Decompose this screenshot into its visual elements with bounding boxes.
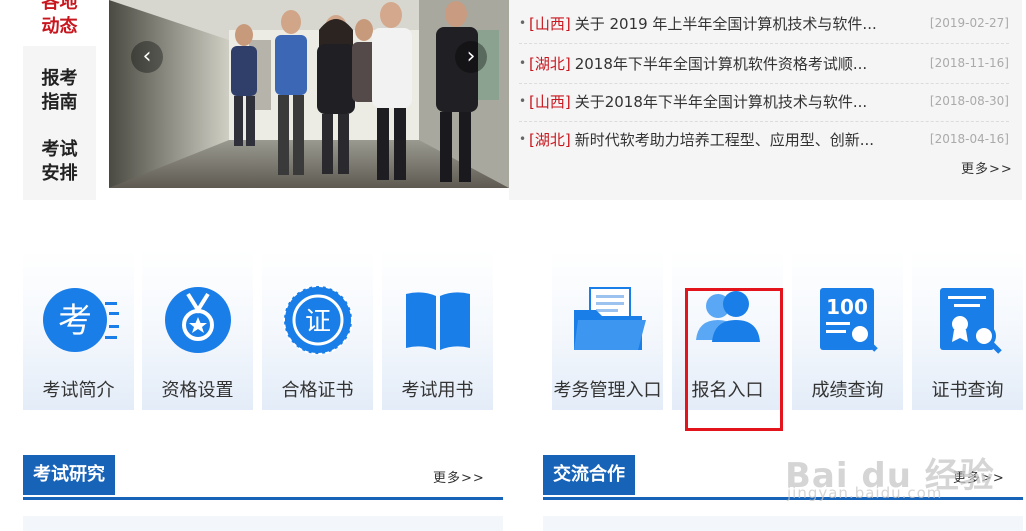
section-exchange-divider bbox=[543, 497, 1023, 500]
news-date: [2018-04-16] bbox=[929, 132, 1009, 146]
section-research-header: 考试研究 更多>> bbox=[23, 455, 503, 495]
tile-qualification[interactable]: 资格设置 bbox=[142, 250, 253, 410]
score-search-icon: 100 bbox=[819, 288, 878, 352]
nav-item-label: 报考指南 bbox=[41, 68, 78, 113]
tile-exam-intro[interactable]: 考 考试简介 bbox=[23, 250, 134, 410]
section-research-title: 考试研究 bbox=[23, 455, 115, 495]
news-region-tag: [湖北] bbox=[529, 130, 571, 149]
bullet-icon: • bbox=[519, 94, 527, 108]
left-nav: 各地动态 报考指南 考试安排 bbox=[23, 0, 96, 200]
news-title-link[interactable]: 关于2018年下半年全国计算机技术与软件... bbox=[575, 91, 922, 112]
section-research-more-link[interactable]: 更多>> bbox=[433, 467, 485, 486]
section-exchange-title: 交流合作 bbox=[543, 455, 635, 495]
svg-text:100: 100 bbox=[826, 295, 868, 319]
users-icon bbox=[695, 291, 760, 342]
nav-item-label: 考试安排 bbox=[41, 139, 78, 184]
bullet-icon: • bbox=[519, 132, 527, 146]
section-research-divider bbox=[23, 497, 503, 500]
tile-score-query[interactable]: 100 成绩查询 bbox=[792, 250, 903, 410]
carousel-prev-button[interactable]: ‹ bbox=[131, 41, 163, 73]
news-more-link[interactable]: 更多>> bbox=[961, 158, 1013, 177]
section-exchange-header: 交流合作 更多>> bbox=[543, 455, 1023, 495]
section-exchange-body bbox=[543, 516, 1023, 531]
news-item[interactable]: • [山西] 关于2018年下半年全国计算机技术与软件... [2018-08-… bbox=[519, 81, 1009, 122]
news-item[interactable]: • [湖北] 2018年下半年全国计算机软件资格考试顺... [2018-11-… bbox=[519, 43, 1009, 84]
tile-label: 考试简介 bbox=[42, 380, 115, 401]
tile-label: 证书查询 bbox=[931, 380, 1004, 401]
news-item[interactable]: • [山西] 关于 2019 年上半年全国计算机技术与软件... [2019-0… bbox=[519, 3, 1009, 44]
news-date: [2018-08-30] bbox=[929, 94, 1009, 108]
tile-exam-admin-entry[interactable]: 考务管理入口 bbox=[552, 250, 663, 410]
nav-item-local-news[interactable]: 各地动态 bbox=[23, 0, 96, 46]
nav-item-label: 各地动态 bbox=[41, 0, 78, 37]
tile-exam-books[interactable]: 考试用书 bbox=[382, 250, 493, 410]
medal-icon bbox=[164, 287, 231, 353]
news-panel: • [山西] 关于 2019 年上半年全国计算机技术与软件... [2019-0… bbox=[509, 0, 1022, 200]
chevron-left-icon: ‹ bbox=[142, 44, 152, 69]
folder-document-icon bbox=[573, 287, 646, 350]
tile-certificate-query[interactable]: 证书查询 bbox=[912, 250, 1023, 410]
section-exchange-more-link[interactable]: 更多>> bbox=[953, 467, 1005, 486]
news-title-link[interactable]: 新时代软考助力培养工程型、应用型、创新... bbox=[575, 129, 922, 150]
tile-label: 考试用书 bbox=[401, 380, 474, 401]
exam-intro-icon: 考 bbox=[42, 288, 119, 352]
certificate-search-icon bbox=[939, 288, 1002, 354]
certificate-seal-icon: 证 bbox=[282, 285, 353, 355]
news-title-link[interactable]: 关于 2019 年上半年全国计算机技术与软件... bbox=[575, 13, 922, 34]
news-title-link[interactable]: 2018年下半年全国计算机软件资格考试顺... bbox=[575, 53, 922, 74]
news-region-tag: [湖北] bbox=[529, 54, 571, 73]
tile-label: 报名入口 bbox=[691, 380, 764, 401]
news-region-tag: [山西] bbox=[529, 92, 571, 111]
news-date: [2018-11-16] bbox=[929, 56, 1009, 70]
chevron-right-icon: › bbox=[466, 44, 476, 69]
news-region-tag: [山西] bbox=[529, 14, 571, 33]
photo-carousel[interactable]: ‹ › bbox=[109, 0, 509, 188]
tile-registration-entry[interactable]: 报名入口 bbox=[672, 250, 783, 410]
carousel-photo bbox=[109, 0, 509, 188]
tile-certificate[interactable]: 证 合格证书 bbox=[262, 250, 373, 410]
nav-item-exam-guide[interactable]: 报考指南 bbox=[23, 60, 96, 122]
nav-item-exam-schedule[interactable]: 考试安排 bbox=[23, 131, 96, 193]
carousel-next-button[interactable]: › bbox=[455, 41, 487, 73]
tile-label: 资格设置 bbox=[161, 380, 234, 401]
bullet-icon: • bbox=[519, 56, 527, 70]
tile-label: 考务管理入口 bbox=[553, 380, 662, 401]
tile-label: 成绩查询 bbox=[811, 380, 884, 401]
svg-text:考: 考 bbox=[58, 301, 92, 341]
bullet-icon: • bbox=[519, 16, 527, 30]
book-icon bbox=[405, 292, 470, 350]
tile-label: 合格证书 bbox=[281, 380, 354, 401]
news-date: [2019-02-27] bbox=[929, 16, 1009, 30]
svg-text:证: 证 bbox=[304, 307, 330, 337]
section-research-body bbox=[23, 516, 503, 531]
news-item[interactable]: • [湖北] 新时代软考助力培养工程型、应用型、创新... [2018-04-1… bbox=[519, 119, 1009, 159]
